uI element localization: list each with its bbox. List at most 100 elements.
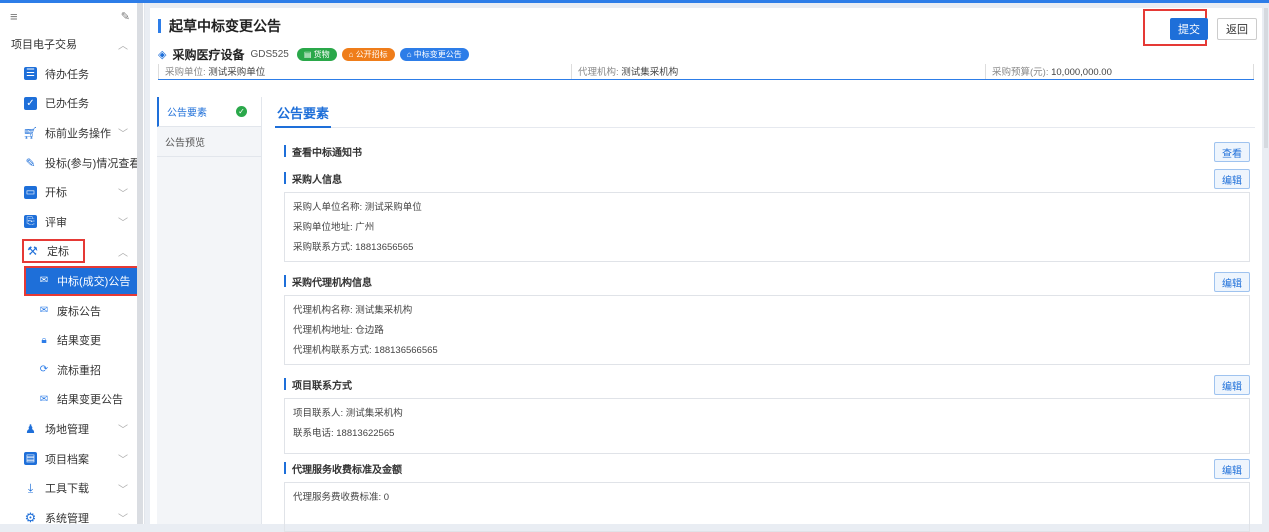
pin-icon[interactable]: ✎ bbox=[121, 10, 130, 23]
monitor-icon: ▭ bbox=[24, 185, 37, 199]
sidebar-subitem-result-change[interactable]: 🔒︎ 结果变更 bbox=[0, 325, 144, 355]
agency-fee-box: 代理服务费收费标准: 0 bbox=[284, 482, 1250, 532]
check-circle-icon: ✓ bbox=[236, 106, 247, 117]
section-header: 项目联系方式 bbox=[284, 375, 1262, 393]
accent-bar bbox=[284, 275, 286, 287]
chevron-down-icon: ﹀ bbox=[118, 425, 128, 437]
page-scrollbar[interactable] bbox=[1264, 8, 1268, 148]
sidebar-section-title: 项目电子交易 bbox=[11, 39, 77, 51]
mail-icon: ✉ bbox=[39, 305, 49, 317]
buyer-label: 采购单位: bbox=[165, 67, 206, 78]
sidebar-item-venue[interactable]: ♟ 场地管理 ﹀ bbox=[0, 414, 144, 444]
sidebar-item-system[interactable]: ⚙ 系统管理 ﹀ bbox=[0, 503, 144, 524]
accent-bar bbox=[284, 172, 286, 184]
sidebar-item-review[interactable]: ⎘ 评审 ﹀ bbox=[0, 207, 144, 237]
back-button[interactable]: 返回 bbox=[1217, 18, 1257, 40]
info-line: 采购人单位名称: 测试采购单位 bbox=[293, 202, 422, 213]
tag-label: 中标变更公告 bbox=[413, 49, 462, 59]
chevron-down-icon: ﹀ bbox=[118, 455, 128, 467]
sidebar-item-label: 投标(参与)情况查看 bbox=[45, 157, 141, 170]
todo-icon: ☰ bbox=[24, 67, 37, 81]
project-code: GDS525 bbox=[250, 48, 289, 60]
tag-public-tender: ⌂ 公开招标 bbox=[341, 47, 395, 61]
refresh-icon: ⟳ bbox=[39, 364, 49, 376]
tag-label: 货物 bbox=[313, 49, 330, 59]
sidebar-subitem-award-notice[interactable]: ✉ 中标(成交)公告 bbox=[24, 266, 140, 296]
buyer-value: 测试采购单位 bbox=[208, 67, 266, 78]
edit-button[interactable]: 编辑 bbox=[1214, 272, 1250, 292]
tab-notice-preview[interactable]: 公告预览 bbox=[157, 127, 261, 157]
chevron-down-icon: ﹀ bbox=[118, 484, 128, 496]
sidebar-item-label: 开标 bbox=[45, 187, 67, 200]
buyer-field: 采购单位: 测试采购单位 bbox=[158, 64, 571, 79]
budget-label: 采购预算(元): bbox=[992, 67, 1049, 78]
sidebar-section-header[interactable]: 项目电子交易 ︿ bbox=[0, 29, 144, 59]
section-header: 查看中标通知书 bbox=[284, 142, 1262, 160]
chevron-down-icon: ﹀ bbox=[118, 218, 128, 230]
mail-icon: ✉ bbox=[39, 393, 49, 405]
sidebar-item-label: 评审 bbox=[45, 216, 67, 229]
info-line: 代理机构名称: 测试集采机构 bbox=[293, 305, 413, 316]
project-summary: ◈ 采购医疗设备 GDS525 ▤ 货物 ⌂ 公开招标 ⌂ 中标变更公告 bbox=[150, 44, 1262, 64]
tab-label: 公告要素 bbox=[167, 108, 207, 119]
sidebar-item-label: 场地管理 bbox=[45, 423, 89, 436]
layers-icon: ◈ bbox=[158, 48, 167, 61]
chevron-up-icon: ︿ bbox=[118, 247, 128, 259]
sidebar-item-label: 待办任务 bbox=[45, 68, 89, 81]
page-header: 起草中标变更公告 提交 返回 bbox=[150, 8, 1262, 46]
sidebar-item-done[interactable]: ✓ 已办任务 bbox=[0, 89, 144, 119]
accent-bar bbox=[284, 462, 286, 474]
sidebar-item-label: 系统管理 bbox=[45, 512, 89, 524]
info-line: 采购单位地址: 广州 bbox=[293, 222, 375, 233]
mail-icon: ✉ bbox=[39, 275, 49, 287]
sidebar-subitem-invalid-notice[interactable]: ✉ 废标公告 bbox=[0, 296, 144, 326]
sidebar-item-award[interactable]: ⚒ 定标 ︿ bbox=[0, 237, 144, 267]
submit-button[interactable]: 提交 bbox=[1170, 18, 1208, 40]
edit-button[interactable]: 编辑 bbox=[1214, 169, 1250, 189]
info-line: 项目联系人: 测试集采机构 bbox=[293, 408, 403, 419]
sidebar-item-archive[interactable]: ▤ 项目档案 ﹀ bbox=[0, 444, 144, 474]
sidebar-subitem-rebid[interactable]: ⟳ 流标重招 bbox=[0, 355, 144, 385]
chevron-up-icon: ︿ bbox=[118, 40, 128, 52]
menu-icon[interactable]: ≡ bbox=[10, 9, 18, 24]
accent-bar bbox=[284, 145, 286, 157]
edit-icon: ✎ bbox=[25, 155, 36, 170]
view-button[interactable]: 查看 bbox=[1214, 142, 1250, 162]
title-accent-bar bbox=[158, 19, 161, 33]
section-agent-info: 采购代理机构信息 编辑 代理机构名称: 测试集采机构 代理机构地址: 仓边路 代… bbox=[284, 272, 1262, 365]
section-header-title: 查看中标通知书 bbox=[292, 147, 362, 159]
sidebar-scrollbar[interactable] bbox=[137, 3, 143, 524]
section-agency-fee: 代理服务收费标准及金额 编辑 代理服务费收费标准: 0 bbox=[284, 459, 1262, 532]
sidebar-item-bid-view[interactable]: ✎ 投标(参与)情况查看 bbox=[0, 148, 144, 178]
sidebar-subitem-label: 结果变更 bbox=[57, 335, 101, 348]
sidebar-item-pre-bid[interactable]: 🛒︎ 标前业务操作 ﹀ bbox=[0, 118, 144, 148]
contact-info-box: 项目联系人: 测试集采机构 联系电话: 18813622565 bbox=[284, 398, 1250, 454]
sidebar-subitem-change-notice[interactable]: ✉ 结果变更公告 bbox=[0, 385, 144, 415]
lock-icon: 🔒︎ bbox=[41, 334, 47, 346]
sidebar-item-tools[interactable]: ⤓ 工具下载 ﹀ bbox=[0, 473, 144, 503]
edit-button[interactable]: 编辑 bbox=[1214, 375, 1250, 395]
section-contact-info: 项目联系方式 编辑 项目联系人: 测试集采机构 联系电话: 1881362256… bbox=[284, 375, 1262, 454]
sidebar-item-label: 工具下载 bbox=[45, 483, 89, 496]
content-area: 公告要素 ✓ 公告预览 公告要素 查看中标通知书 查看 采购人信息 编辑 采购人… bbox=[157, 97, 1255, 532]
section-header: 采购代理机构信息 bbox=[284, 272, 1262, 290]
sidebar-item-todo[interactable]: ☰ 待办任务 bbox=[0, 59, 144, 89]
section-header-title: 采购代理机构信息 bbox=[292, 277, 372, 289]
download-icon: ⤓ bbox=[27, 480, 34, 495]
archive-icon: ▤ bbox=[24, 452, 37, 466]
section-header-title: 采购人信息 bbox=[292, 174, 342, 186]
user-settings-icon: ♟ bbox=[25, 421, 36, 436]
section-title: 公告要素 bbox=[275, 97, 332, 128]
tab-notice-elements[interactable]: 公告要素 ✓ bbox=[157, 97, 261, 127]
chevron-down-icon: ﹀ bbox=[118, 514, 128, 524]
edit-button[interactable]: 编辑 bbox=[1214, 459, 1250, 479]
sidebar-toolbar: ≡ ✎ bbox=[0, 3, 144, 29]
cart-icon: 🛒︎ bbox=[22, 125, 39, 140]
agent-info-box: 代理机构名称: 测试集采机构 代理机构地址: 仓边路 代理机构联系方式: 188… bbox=[284, 295, 1250, 365]
budget-field: 采购预算(元): 10,000,000.00 bbox=[985, 64, 1254, 79]
tag-change-notice: ⌂ 中标变更公告 bbox=[399, 47, 469, 61]
sidebar-item-bid-opening[interactable]: ▭ 开标 ﹀ bbox=[0, 177, 144, 207]
section-buyer-info: 采购人信息 编辑 采购人单位名称: 测试采购单位 采购单位地址: 广州 采购联系… bbox=[284, 169, 1262, 262]
budget-value: 10,000,000.00 bbox=[1051, 67, 1112, 78]
agent-value: 测试集采机构 bbox=[621, 67, 679, 78]
